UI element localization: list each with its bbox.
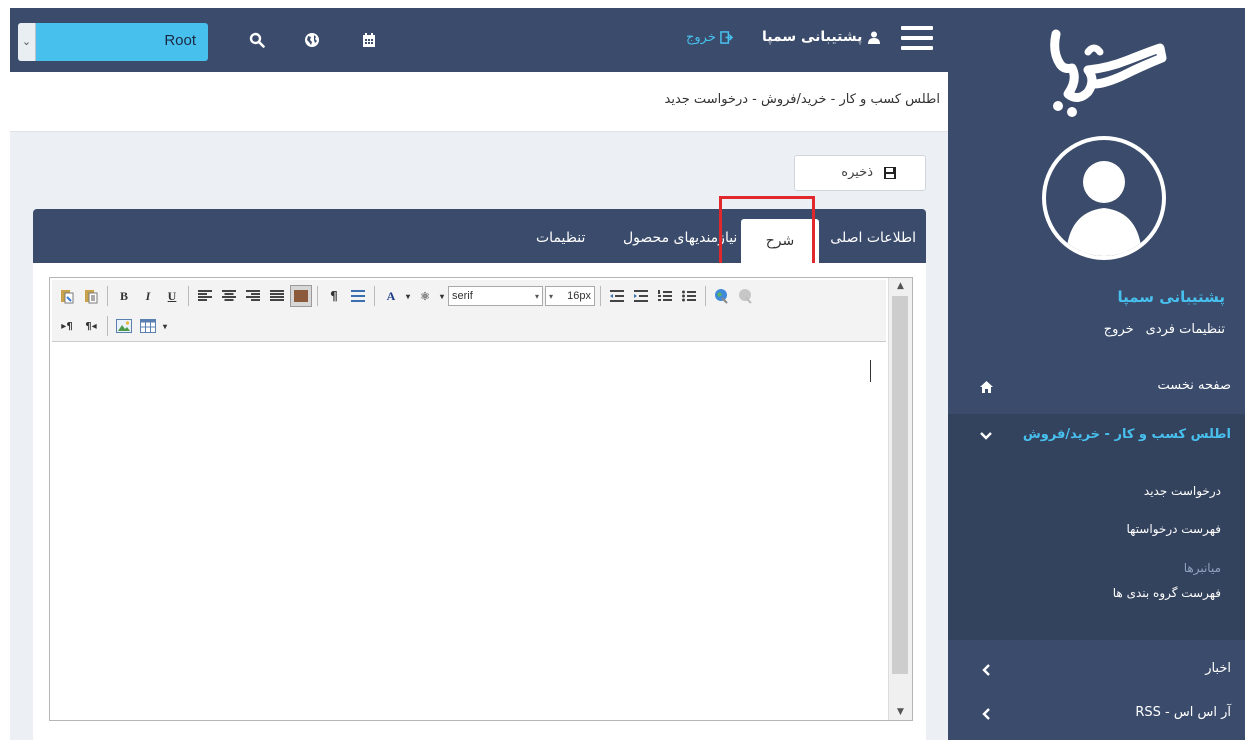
ltr-direction-icon[interactable]: ▸¶ — [56, 315, 78, 337]
insert-link-icon[interactable] — [711, 285, 733, 307]
logout-label: خروج — [686, 30, 716, 45]
app-window: ⌄ Root خروج پشتیبانی سمپا اطلس کسب و کار… — [10, 8, 1245, 740]
bold-icon[interactable]: B — [113, 285, 135, 307]
sidebar-item-atlas[interactable]: اطلس کسب و کار - خرید/فروش — [948, 414, 1245, 458]
align-justify-icon[interactable] — [266, 285, 288, 307]
unordered-list-icon[interactable] — [678, 285, 700, 307]
align-center-icon[interactable] — [218, 285, 240, 307]
brand-logo — [1038, 22, 1168, 122]
sidebar-item-label: اخبار — [1205, 661, 1231, 676]
paste-text-icon[interactable] — [80, 285, 102, 307]
sidebar-logout-link[interactable]: خروج — [1104, 322, 1134, 337]
breadcrumb-bar: اطلس کسب و کار - خرید/فروش - درخواست جدی… — [10, 72, 948, 132]
tab-description[interactable]: شرح — [741, 219, 819, 263]
floppy-disk-icon — [883, 166, 897, 184]
rtl-direction-icon[interactable]: ¶◂ — [80, 315, 102, 337]
scrollbar-thumb[interactable] — [892, 296, 908, 674]
ordered-list-icon[interactable] — [654, 285, 676, 307]
font-color-icon[interactable]: A — [380, 285, 402, 307]
sidebar-user-links: تنظیمات فردی خروج — [1104, 322, 1225, 337]
remove-link-icon[interactable] — [735, 285, 757, 307]
chevron-down-icon[interactable]: ⌄ — [18, 23, 36, 61]
line-height-icon[interactable] — [347, 285, 369, 307]
save-label: ذخیره — [841, 165, 873, 180]
font-size-value: 16px — [567, 290, 591, 302]
italic-icon[interactable]: I — [137, 285, 159, 307]
rich-text-editor: B I U ¶ A ▾ ⚛ ▾ serif ▾ ▾ 16px ▸¶ ¶◂ ▾ ▲… — [49, 277, 913, 721]
indent-icon[interactable] — [630, 285, 652, 307]
sign-out-icon — [720, 31, 733, 44]
logout-link[interactable]: خروج — [686, 30, 733, 45]
paste-icon[interactable] — [56, 285, 78, 307]
tab-bar: اطلاعات اصلی شرح نیازمندیهای محصول تنظیم… — [33, 209, 926, 263]
submenu-item-brokers[interactable]: میانبرها — [1184, 561, 1221, 575]
calendar-icon[interactable] — [359, 30, 379, 50]
scroll-up-icon[interactable]: ▲ — [889, 278, 912, 294]
sidebar-submenu: درخواست جدید فهرست درخواستها میانبرها فه… — [948, 458, 1245, 640]
tab-settings[interactable]: تنظیمات — [536, 230, 585, 246]
avatar — [1042, 136, 1166, 260]
sidebar-item-news[interactable]: اخبار — [948, 648, 1245, 692]
chevron-down-icon — [978, 428, 994, 444]
root-select[interactable]: ⌄ Root — [18, 23, 208, 61]
sidebar-item-home[interactable]: صفحه نخست — [948, 365, 1245, 409]
chevron-down-icon[interactable]: ▾ — [161, 315, 169, 337]
top-navbar: ⌄ Root خروج پشتیبانی سمپا — [10, 8, 948, 72]
user-icon — [868, 31, 881, 44]
scroll-down-icon[interactable]: ▼ — [889, 704, 912, 720]
align-left-icon[interactable] — [194, 285, 216, 307]
insert-table-icon[interactable] — [137, 315, 159, 337]
user-menu[interactable]: پشتیبانی سمپا — [762, 29, 881, 45]
tab-main-info[interactable]: اطلاعات اصلی — [830, 230, 916, 246]
chevron-left-icon — [978, 706, 994, 722]
sidebar-user-name: پشتیبانی سمپا — [1117, 288, 1226, 306]
globe-icon[interactable] — [302, 30, 322, 50]
font-family-select[interactable]: serif ▾ — [448, 286, 543, 306]
personal-settings-link[interactable]: تنظیمات فردی — [1146, 322, 1225, 337]
chevron-down-icon[interactable]: ▾ — [404, 285, 412, 307]
align-right-icon[interactable] — [242, 285, 264, 307]
tab-product-requirements[interactable]: نیازمندیهای محصول — [623, 230, 737, 246]
save-button[interactable]: ذخیره — [794, 155, 926, 191]
highlight-color-icon[interactable]: ⚛ — [414, 285, 436, 307]
root-select-value: Root — [164, 32, 196, 49]
text-caret — [870, 360, 871, 382]
font-size-select[interactable]: ▾ 16px — [545, 286, 595, 306]
chevron-down-icon[interactable]: ▾ — [438, 285, 446, 307]
sidebar: پشتیبانی سمپا تنظیمات فردی خروج صفحه نخس… — [948, 8, 1245, 740]
sidebar-item-label: آر اس اس - RSS — [1135, 705, 1231, 720]
submenu-item-request-list[interactable]: فهرست درخواستها — [1127, 522, 1222, 536]
sidebar-item-label: اطلس کسب و کار - خرید/فروش — [1022, 427, 1231, 442]
outdent-icon[interactable] — [606, 285, 628, 307]
paragraph-icon[interactable]: ¶ — [323, 285, 345, 307]
sidebar-item-rss[interactable]: آر اس اس - RSS — [948, 692, 1245, 736]
editor-toolbar: B I U ¶ A ▾ ⚛ ▾ serif ▾ ▾ 16px ▸¶ ¶◂ ▾ — [52, 280, 886, 342]
user-name: پشتیبانی سمپا — [762, 29, 863, 45]
home-icon — [978, 379, 994, 395]
underline-icon[interactable]: U — [161, 285, 183, 307]
chevron-left-icon — [978, 662, 994, 678]
align-full-icon[interactable] — [290, 285, 312, 307]
search-icon[interactable] — [247, 30, 267, 50]
insert-image-icon[interactable] — [113, 315, 135, 337]
submenu-item-group-list[interactable]: فهرست گروه بندی ها — [1113, 586, 1221, 600]
editor-content-area[interactable] — [52, 344, 886, 716]
font-family-value: serif — [452, 290, 473, 302]
editor-scrollbar[interactable]: ▲ ▼ — [888, 278, 912, 720]
sidebar-item-label: صفحه نخست — [1157, 378, 1231, 393]
submenu-item-new-request[interactable]: درخواست جدید — [1144, 484, 1221, 498]
breadcrumb: اطلس کسب و کار - خرید/فروش - درخواست جدی… — [664, 92, 941, 107]
menu-toggle-icon[interactable] — [901, 26, 933, 52]
